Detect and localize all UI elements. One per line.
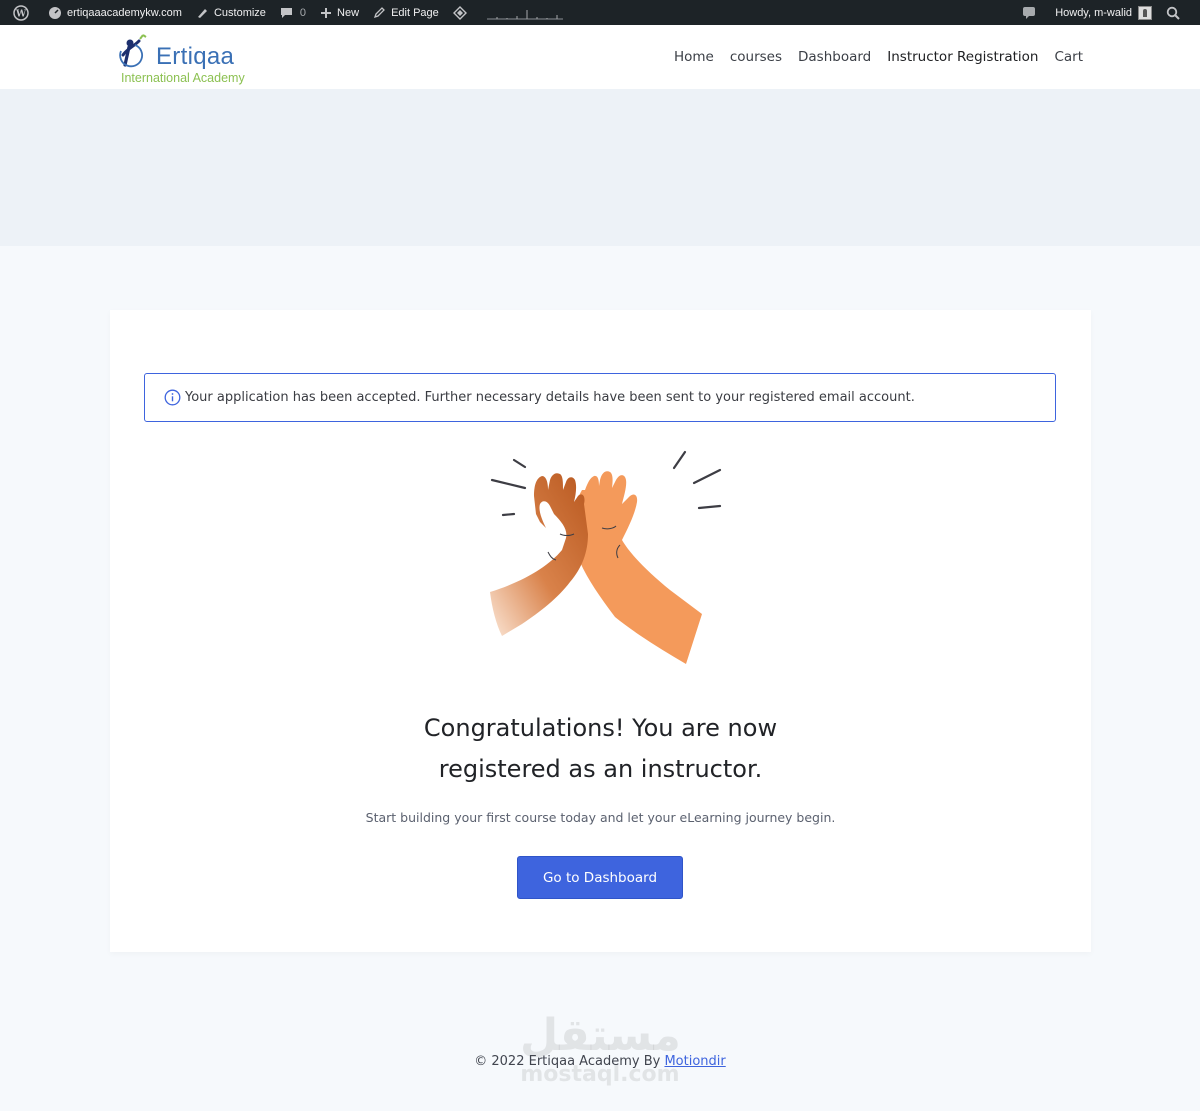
registration-success-card: Your application has been accepted. Furt… [110, 310, 1091, 952]
congratulations-heading: Congratulations! You are now registered … [110, 708, 1091, 790]
svg-text:W: W [15, 9, 27, 19]
main-nav: Home courses Dashboard Instructor Regist… [658, 25, 1083, 89]
success-notice: Your application has been accepted. Furt… [144, 373, 1056, 422]
pencil-icon [374, 7, 385, 19]
heading-line-2: registered as an instructor. [438, 755, 763, 783]
search-button[interactable] [1159, 0, 1192, 25]
light-hand [574, 471, 702, 664]
edit-page-label: Edit Page [391, 6, 439, 19]
notice-text: Your application has been accepted. Furt… [185, 390, 915, 405]
dark-hand [490, 473, 588, 636]
site-header: Ertiqaa International Academy Home cours… [0, 25, 1200, 89]
footer-copyright: © 2022 Ertiqaa Academy By [474, 1054, 665, 1069]
plugin-diamond-link[interactable] [446, 0, 479, 25]
howdy-label: Howdy, m-walid [1055, 6, 1132, 19]
wordpress-logo-button[interactable]: W [6, 0, 41, 25]
admin-bar: W ertiqaaacademykw.com Customize 0 New E… [0, 0, 1200, 25]
site-name-label: ertiqaaacademykw.com [67, 6, 182, 19]
diamond-icon [452, 5, 467, 20]
watermark-logo: مستقل mostaql.com [520, 1010, 681, 1090]
new-label: New [337, 6, 360, 19]
logo-figure-icon [119, 34, 147, 68]
nav-cart[interactable]: Cart [1054, 49, 1083, 65]
comments-count: 0 [299, 6, 307, 19]
comment-bubble-icon [280, 8, 292, 18]
nav-courses[interactable]: courses [730, 49, 782, 65]
site-name-link[interactable]: ertiqaaacademykw.com [41, 0, 189, 25]
go-to-dashboard-button[interactable]: Go to Dashboard [517, 856, 683, 899]
new-content-link[interactable]: New [313, 0, 366, 25]
site-footer: © 2022 Ertiqaa Academy By Motiondir [0, 1054, 1200, 1069]
search-icon [1166, 6, 1180, 20]
subtext: Start building your first course today a… [365, 810, 836, 825]
edit-page-link[interactable]: Edit Page [366, 0, 446, 25]
footer-motiondir-link[interactable]: Motiondir [664, 1054, 725, 1069]
logo-title: Ertiqaa [156, 43, 235, 70]
customize-label: Customize [213, 6, 266, 19]
notification-bubble-button[interactable] [1015, 0, 1048, 25]
paintbrush-icon [197, 9, 207, 18]
info-icon [164, 389, 181, 406]
stats-sparkline-icon[interactable] [486, 6, 563, 20]
customize-link[interactable]: Customize [189, 0, 273, 25]
plus-icon [321, 7, 332, 18]
nav-instructor-registration[interactable]: Instructor Registration [887, 49, 1038, 65]
comments-link[interactable]: 0 [273, 0, 313, 25]
logo-subtitle: International Academy [121, 71, 245, 85]
speech-bubble-icon [1023, 6, 1036, 19]
page-hero-band [0, 89, 1200, 246]
avatar [1138, 5, 1152, 20]
wordpress-icon: W [13, 4, 29, 21]
dashboard-gauge-icon [49, 6, 61, 19]
nav-home[interactable]: Home [674, 49, 714, 65]
site-logo[interactable]: Ertiqaa International Academy [113, 29, 263, 87]
high-five-illustration [490, 450, 722, 664]
heading-line-1: Congratulations! You are now [423, 714, 778, 742]
nav-dashboard[interactable]: Dashboard [798, 49, 871, 65]
account-menu[interactable]: Howdy, m-walid [1048, 0, 1159, 25]
